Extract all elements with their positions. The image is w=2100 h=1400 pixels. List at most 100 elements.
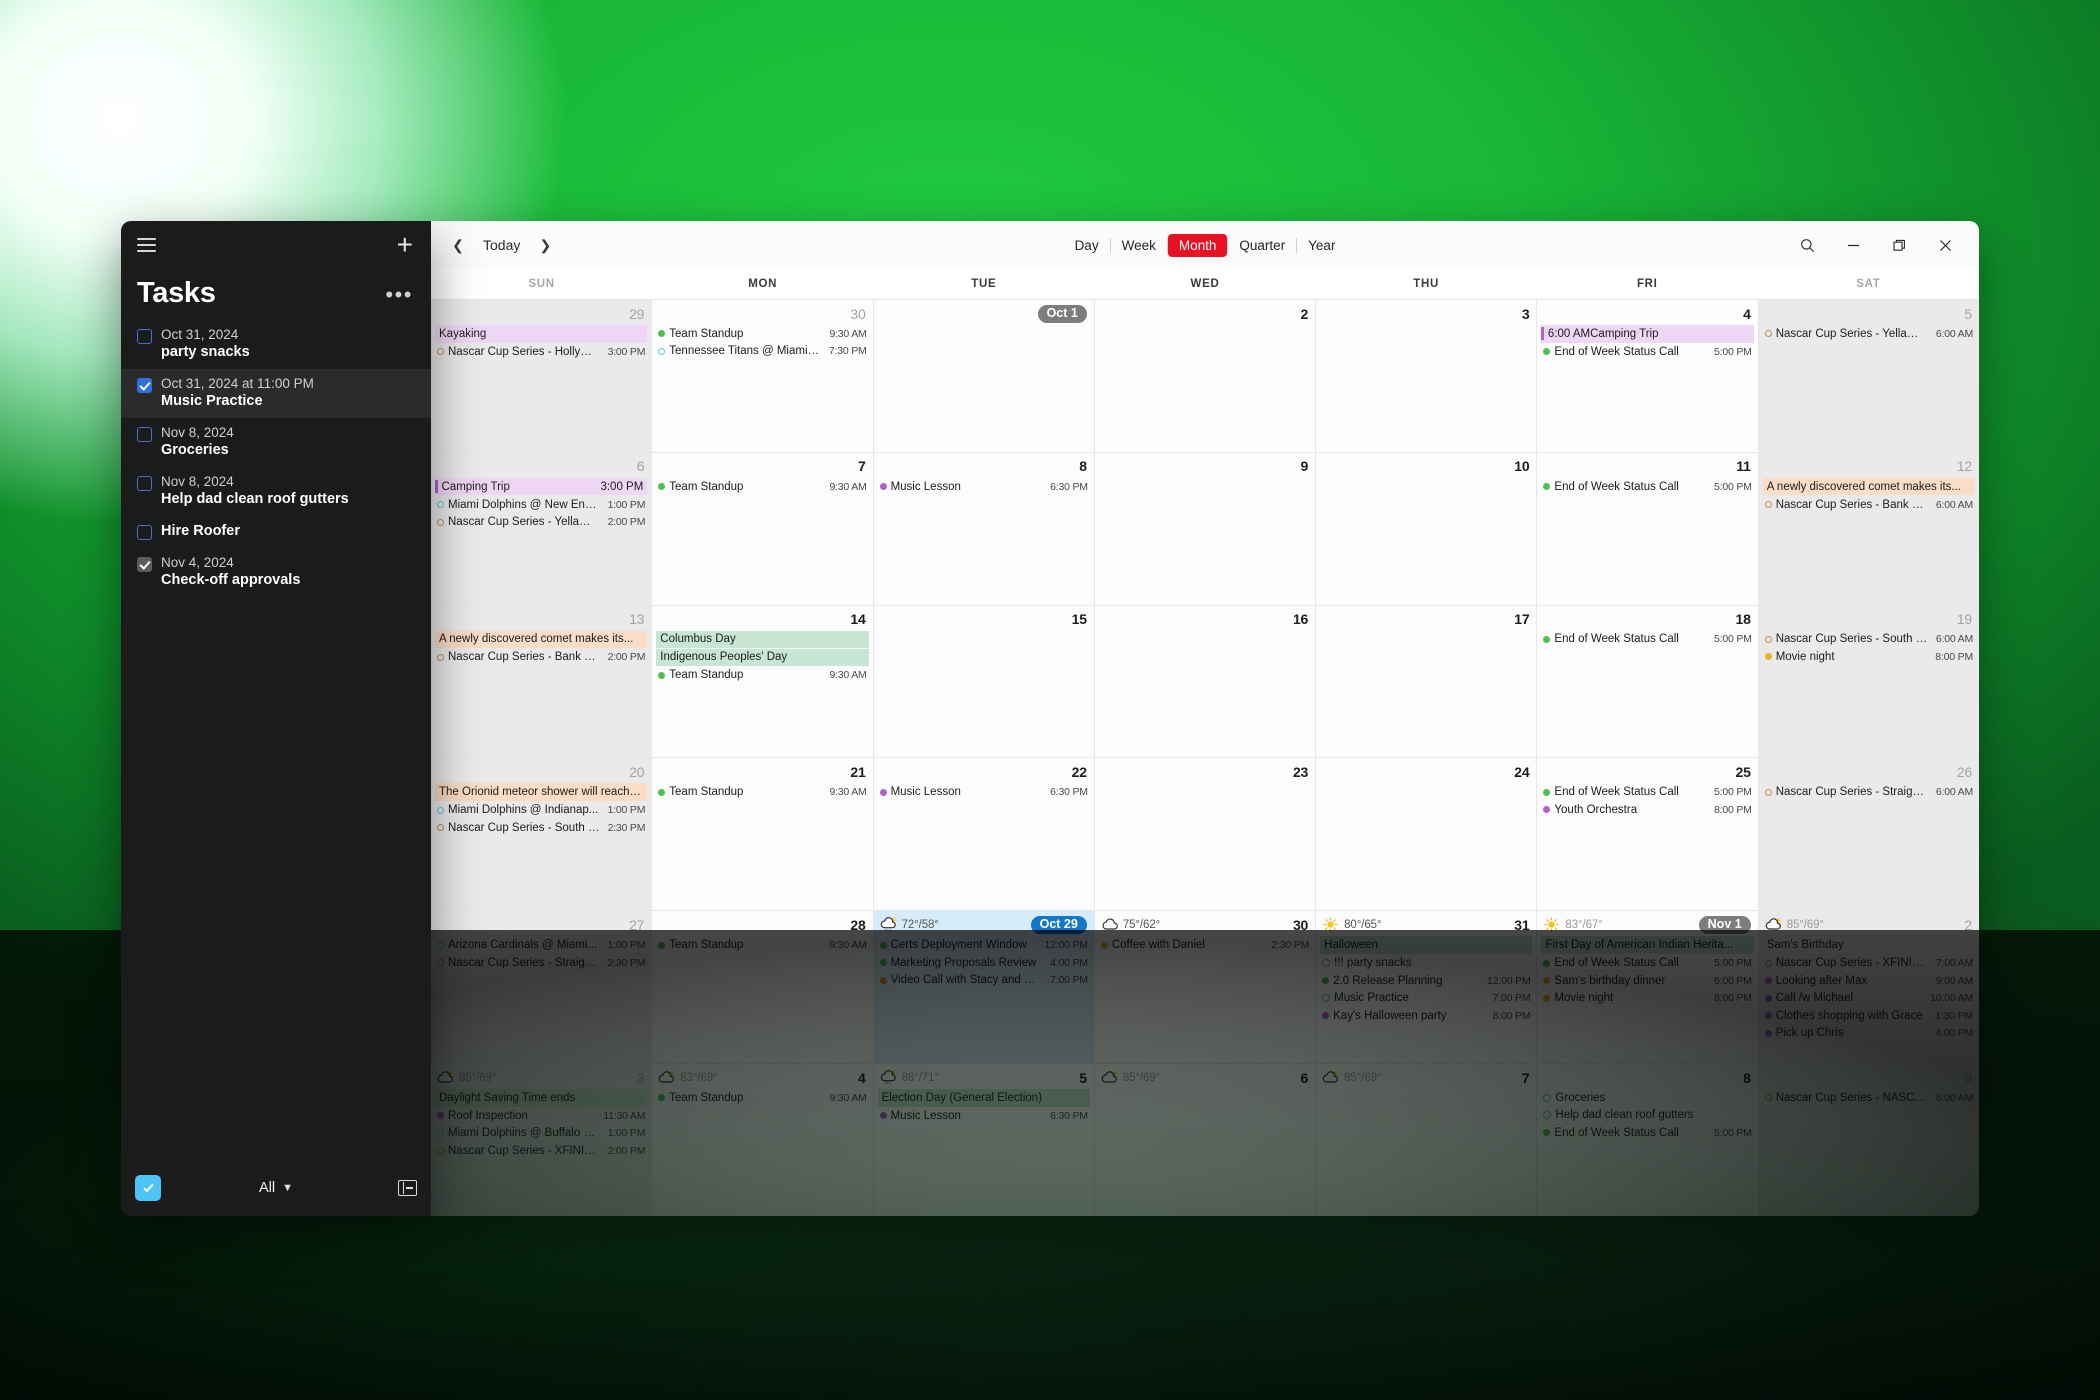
calendar-day-cell[interactable]: 72°/58° Oct 29 Certs Deployment Window 12:0…	[873, 911, 1094, 1064]
all-day-event[interactable]: 6:00 AM Camping Trip	[1541, 325, 1754, 343]
calendar-event[interactable]: 2.0 Release Planning 12:00 PM	[1320, 972, 1532, 990]
calendar-day-cell[interactable]: 28 Team Standup 9:30 AM	[652, 911, 873, 1064]
task-checkbox[interactable]	[137, 329, 152, 344]
all-day-event[interactable]: Columbus Day	[656, 630, 869, 649]
calendar-event[interactable]: Pick up Chris 4:00 PM	[1763, 1024, 1975, 1042]
calendar-event[interactable]: Nascar Cup Series - YellaWo... 6:00 AM	[1763, 325, 1975, 343]
calendar-event[interactable]: Marketing Proposals Review 4:00 PM	[878, 954, 1090, 972]
calendar-event[interactable]: Team Standup 9:30 AM	[656, 783, 868, 801]
calendar-day-cell[interactable]: 85°/69° 7	[1316, 1064, 1537, 1216]
calendar-day-cell[interactable]: 21 Team Standup 9:30 AM	[652, 758, 873, 911]
restore-icon[interactable]	[1877, 228, 1921, 262]
task-checkbox[interactable]	[137, 525, 152, 540]
calendar-event[interactable]: Music Lesson 6:30 PM	[878, 783, 1090, 801]
task-item[interactable]: Nov 4, 2024 Check-off approvals	[121, 548, 431, 597]
calendar-day-cell[interactable]: 83°/67° Nov 1 First Day of American Indian…	[1537, 911, 1758, 1064]
all-day-event[interactable]: Camping Trip 3:00 PM	[435, 477, 648, 496]
calendar-day-cell[interactable]: 4 6:00 AM Camping Trip End of Week Status C…	[1537, 300, 1758, 452]
ellipsis-icon[interactable]: •••	[385, 277, 413, 306]
calendar-day-cell[interactable]: 29 Kayaking Nascar Cup Series - Hollywo...…	[431, 300, 652, 452]
calendar-event[interactable]: Nascar Cup Series - Straight... 6:00 AM	[1763, 783, 1975, 801]
calendar-event[interactable]: Looking after Max 9:00 AM	[1763, 972, 1975, 990]
all-day-event[interactable]: First Day of American Indian Herita...	[1541, 936, 1754, 954]
calendar-day-cell[interactable]: 85°/69° 6	[1094, 1064, 1316, 1216]
all-day-event[interactable]: The Orionid meteor shower will reach its…	[435, 783, 648, 801]
calendar-event[interactable]: Nascar Cup Series - NASCAR... 6:00 AM	[1763, 1089, 1975, 1107]
view-tab-quarter[interactable]: Quarter	[1228, 234, 1296, 257]
view-tab-month[interactable]: Month	[1167, 233, 1228, 257]
calendar-day-cell[interactable]: 27 Arizona Cardinals @ Miami... 1:00 PM Nas…	[431, 911, 652, 1064]
calendar-event[interactable]: Nascar Cup Series - South P... 6:00 AM	[1763, 631, 1975, 649]
task-checkbox-icon[interactable]	[1322, 959, 1331, 968]
calendar-event[interactable]: !!! party snacks	[1320, 954, 1532, 972]
calendar-day-cell[interactable]: 8 Music Lesson 6:30 PM	[873, 452, 1094, 605]
plus-icon[interactable]: +	[397, 231, 413, 259]
close-icon[interactable]	[1923, 228, 1967, 262]
calendar-event[interactable]: Team Standup 9:30 AM	[656, 478, 868, 496]
calendar-event[interactable]: Nascar Cup Series - Straight... 2:30 PM	[435, 954, 647, 972]
today-button[interactable]: Today	[475, 234, 528, 256]
calendar-event[interactable]: Nascar Cup Series - Bank of... 6:00 AM	[1763, 496, 1975, 514]
all-day-event[interactable]: Halloween	[1320, 936, 1533, 954]
task-checkbox[interactable]	[137, 378, 152, 393]
calendar-event[interactable]: Nascar Cup Series - XFINITY... 2:00 PM	[435, 1142, 647, 1160]
calendar-event[interactable]: Tennessee Titans @ Miami D... 7:30 PM	[656, 343, 868, 361]
calendar-event[interactable]: Help dad clean roof gutters	[1541, 1107, 1753, 1125]
calendar-event[interactable]: Team Standup 9:30 AM	[656, 936, 868, 954]
view-tab-week[interactable]: Week	[1111, 234, 1167, 257]
calendar-event[interactable]: Nascar Cup Series - YellaWo... 2:00 PM	[435, 513, 647, 531]
task-item[interactable]: Nov 8, 2024 Help dad clean roof gutters	[121, 467, 431, 516]
calendar-event[interactable]: Nascar Cup Series - Hollywo... 3:00 PM	[435, 343, 647, 361]
calendar-day-cell[interactable]: 19 Nascar Cup Series - South P... 6:00 AM M…	[1758, 605, 1979, 758]
calendar-event[interactable]: Music Lesson 6:30 PM	[878, 478, 1090, 496]
calendar-day-cell[interactable]: 30 Team Standup 9:30 AM Tennessee Titans @ …	[652, 300, 873, 452]
calendar-day-cell[interactable]: 22 Music Lesson 6:30 PM	[873, 758, 1094, 911]
calendar-event[interactable]: Miami Dolphins @ New Engl... 1:00 PM	[435, 496, 647, 514]
calendar-day-cell[interactable]: 25 End of Week Status Call 5:00 PM Youth Or…	[1537, 758, 1758, 911]
calendar-day-cell[interactable]: 15	[873, 605, 1094, 758]
calendar-day-cell[interactable]: 75°/62° 30 Coffee with Daniel 2:30 PM	[1094, 911, 1316, 1064]
calendar-event[interactable]: End of Week Status Call 5:00 PM	[1541, 783, 1753, 801]
calendar-event[interactable]: End of Week Status Call 5:00 PM	[1541, 343, 1753, 361]
calendar-day-cell[interactable]: 9	[1094, 452, 1316, 605]
task-item[interactable]: Oct 31, 2024 at 11:00 PM Music Practice	[121, 369, 431, 418]
calendar-day-cell[interactable]: 17	[1316, 605, 1537, 758]
task-item[interactable]: Nov 8, 2024 Groceries	[121, 418, 431, 467]
task-item[interactable]: Hire Roofer	[121, 516, 431, 548]
view-tab-year[interactable]: Year	[1297, 234, 1346, 257]
all-day-event[interactable]: Indigenous Peoples' Day	[656, 648, 869, 667]
calendar-event[interactable]: Clothes shopping with Grace 1:30 PM	[1763, 1007, 1975, 1025]
calendar-day-cell[interactable]: 12 A newly discovered comet makes its... N…	[1758, 452, 1979, 605]
calendar-day-cell[interactable]: 26 Nascar Cup Series - Straight... 6:00 AM	[1758, 758, 1979, 911]
calendar-day-cell[interactable]: 85°/69° 3 Daylight Saving Time ends Roof In…	[431, 1064, 652, 1216]
calendar-event[interactable]: Music Lesson 6:30 PM	[878, 1107, 1090, 1125]
panel-toggle-icon[interactable]	[398, 1180, 417, 1196]
task-checkbox[interactable]	[137, 476, 152, 491]
task-checkbox-icon[interactable]	[1322, 994, 1331, 1003]
calendar-day-cell[interactable]: 23	[1094, 758, 1316, 911]
search-icon[interactable]	[1785, 228, 1829, 262]
calendar-event[interactable]: Movie night 8:00 PM	[1541, 989, 1753, 1007]
calendar-day-cell[interactable]: 5 Nascar Cup Series - YellaWo... 6:00 AM	[1758, 300, 1979, 452]
calendar-day-cell[interactable]: 13 A newly discovered comet makes its... N…	[431, 605, 652, 758]
calendar-event[interactable]: Music Practice 7:00 PM	[1320, 989, 1532, 1007]
all-day-event[interactable]: A newly discovered comet makes its...	[1762, 477, 1975, 496]
check-square-icon[interactable]	[135, 1175, 161, 1201]
calendar-event[interactable]: Roof Inspection 11:30 AM	[435, 1107, 647, 1125]
calendar-event[interactable]: Nascar Cup Series - South Po... 2:30 PM	[435, 819, 647, 837]
view-tab-day[interactable]: Day	[1064, 234, 1110, 257]
calendar-event[interactable]: End of Week Status Call 5:00 PM	[1541, 478, 1753, 496]
calendar-day-cell[interactable]: 14 Columbus Day Indigenous Peoples' Day Tea…	[652, 605, 873, 758]
minimize-icon[interactable]	[1831, 228, 1875, 262]
hamburger-menu-icon[interactable]	[137, 238, 156, 252]
calendar-event[interactable]: Call /w Michael 10:00 AM	[1763, 989, 1975, 1007]
all-day-event[interactable]: Kayaking	[435, 325, 648, 343]
calendar-event[interactable]: End of Week Status Call 5:00 PM	[1541, 631, 1753, 649]
calendar-event[interactable]: Kay's Halloween party 8:00 PM	[1320, 1007, 1532, 1025]
chevron-left-icon[interactable]: ❮	[445, 232, 471, 258]
calendar-event[interactable]: End of Week Status Call 5:00 PM	[1541, 1124, 1753, 1142]
calendar-day-cell[interactable]: 85°/69° 2 Sam's Birthday Nascar Cup Series …	[1758, 911, 1979, 1064]
calendar-event[interactable]: Nascar Cup Series - XFINITY... 7:00 AM	[1763, 954, 1975, 972]
all-day-event[interactable]: A newly discovered comet makes its...	[435, 630, 648, 649]
calendar-event[interactable]: Miami Dolphins @ Indianap... 1:00 PM	[435, 801, 647, 819]
